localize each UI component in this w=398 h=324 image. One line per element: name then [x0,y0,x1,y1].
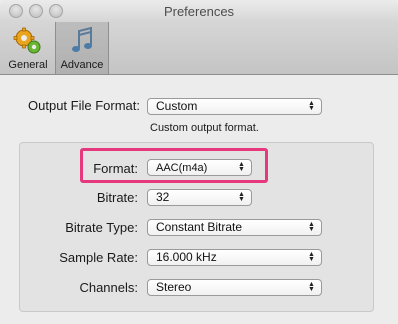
popup-arrows-icon: ▲ ▼ [308,221,315,233]
bitrate-select[interactable]: 32 ▲ ▼ [147,189,252,206]
preferences-window: Preferences General Advance Output File … [0,0,398,324]
bitrate-value: 32 [156,190,170,204]
output-format-select[interactable]: Custom ▲ ▼ [147,98,322,115]
popup-arrows-icon: ▲ ▼ [308,251,315,263]
bitrate-label: Bitrate: [96,190,138,205]
popup-arrows-icon: ▲ ▼ [308,281,315,293]
output-format-label: Output File Format: [28,98,140,113]
format-highlight-box [80,148,268,183]
popup-arrows-icon: ▲ ▼ [308,100,315,112]
toolbar: General Advance [0,22,398,75]
output-format-value: Custom [156,99,198,113]
toolbar-item-general[interactable]: General [4,22,52,74]
music-note-icon [72,26,92,52]
sample-rate-label: Sample Rate: [59,250,138,265]
title-bar: Preferences [0,0,398,22]
gears-icon [13,27,41,54]
toolbar-item-label: General [8,59,48,71]
toolbar-item-label: Advance [60,59,104,71]
bitrate-type-label: Bitrate Type: [65,220,138,235]
sample-rate-select[interactable]: 16.000 kHz ▲ ▼ [147,249,322,266]
window-title: Preferences [163,4,235,19]
channels-select[interactable]: Stereo ▲ ▼ [147,279,322,296]
toolbar-item-advance[interactable]: Advance [55,22,109,74]
bitrate-type-value: Constant Bitrate [156,220,243,234]
channels-value: Stereo [156,280,192,294]
output-format-description: Custom output format. [150,122,259,134]
bitrate-type-select[interactable]: Constant Bitrate ▲ ▼ [147,219,322,236]
sample-rate-value: 16.000 kHz [156,250,217,264]
channels-label: Channels: [79,280,138,295]
popup-arrows-icon: ▲ ▼ [238,191,245,203]
